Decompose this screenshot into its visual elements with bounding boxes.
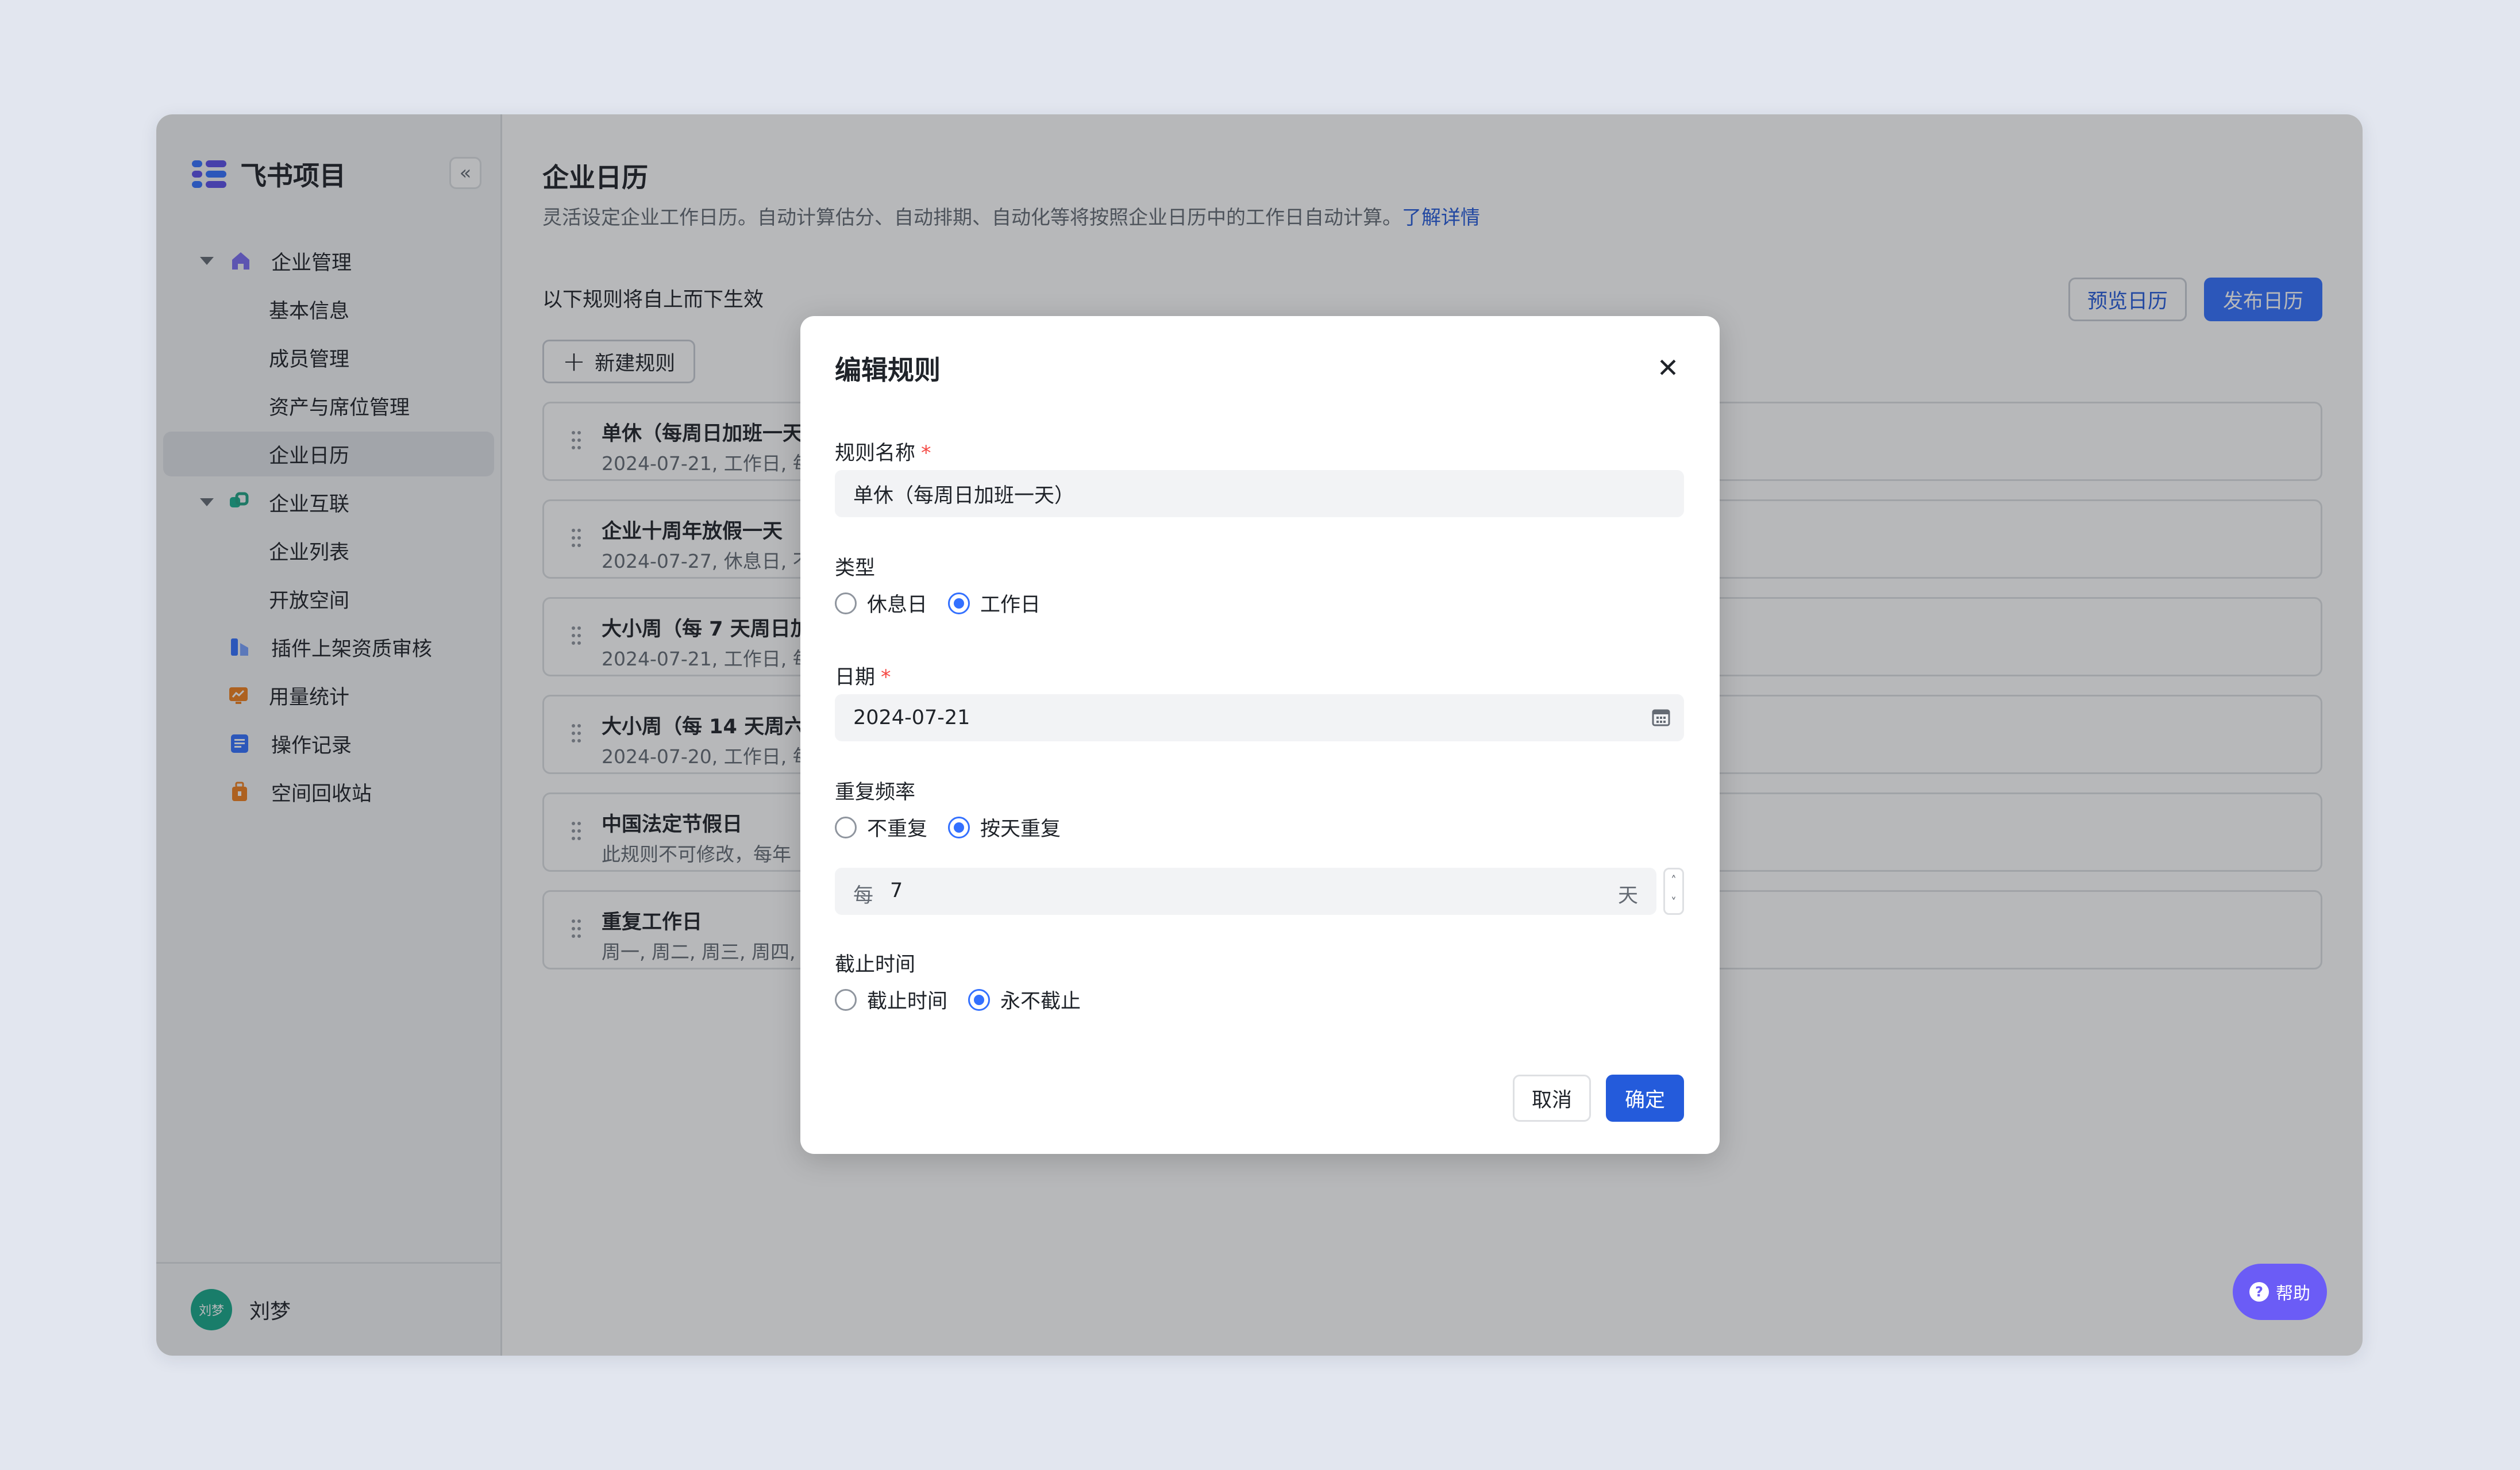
repeat-frequency-label: 重复频率 <box>835 781 916 804</box>
required-mark: * <box>921 442 931 465</box>
radio-never-end[interactable]: 永不截止 <box>968 985 1081 1014</box>
radio-daily-repeat[interactable]: 按天重复 <box>948 813 1061 842</box>
chevron-down-icon[interactable]: ˅ <box>1665 891 1682 913</box>
radio-label: 截止时间 <box>867 990 948 1013</box>
rule-name-label: 规则名称 * <box>835 437 931 466</box>
radio-deadline[interactable]: 截止时间 <box>835 985 947 1014</box>
radio-work-day[interactable]: 工作日 <box>948 588 1041 618</box>
calendar-icon[interactable] <box>1652 708 1670 726</box>
edit-rule-dialog: 编辑规则 ✕ 规则名称 * 单休（每周日加班一天） 类型 休息日 工作日 日期 * … <box>800 316 1720 1154</box>
type-radio-group: 休息日 工作日 <box>835 588 1061 618</box>
question-icon: ? <box>2249 1282 2269 1302</box>
date-value: 2024-07-21 <box>853 706 970 729</box>
radio-circle <box>968 988 991 1011</box>
dialog-title: 编辑规则 <box>835 355 941 386</box>
repeat-radio-group: 不重复 按天重复 <box>835 813 1081 842</box>
radio-rest-day[interactable]: 休息日 <box>835 588 927 618</box>
close-icon[interactable]: ✕ <box>1651 351 1685 385</box>
chevron-up-icon[interactable]: ˄ <box>1665 869 1682 891</box>
radio-label: 工作日 <box>980 594 1041 617</box>
type-label: 类型 <box>835 557 876 580</box>
radio-circle <box>835 816 857 838</box>
cancel-button[interactable]: 取消 <box>1513 1075 1591 1122</box>
radio-circle <box>948 592 970 614</box>
required-mark: * <box>881 666 891 689</box>
interval-unit: 天 <box>1617 884 1638 907</box>
date-label: 日期 * <box>835 661 891 690</box>
radio-no-repeat[interactable]: 不重复 <box>835 813 927 842</box>
repeat-interval-input[interactable]: 每 7 天 <box>835 868 1656 915</box>
radio-label: 按天重复 <box>980 818 1061 841</box>
rule-name-input[interactable]: 单休（每周日加班一天） <box>835 470 1684 517</box>
help-button[interactable]: ? 帮助 <box>2233 1264 2327 1320</box>
interval-prefix: 每 <box>853 884 874 907</box>
deadline-radio-group: 截止时间 永不截止 <box>835 985 1101 1014</box>
deadline-label: 截止时间 <box>835 953 916 976</box>
interval-value: 7 <box>890 879 903 902</box>
date-picker-input[interactable]: 2024-07-21 <box>835 694 1684 741</box>
radio-label: 永不截止 <box>1000 990 1081 1013</box>
radio-label: 休息日 <box>867 594 928 617</box>
date-label-text: 日期 <box>835 666 876 689</box>
radio-circle <box>835 988 857 1011</box>
rule-name-label-text: 规则名称 <box>835 442 916 465</box>
confirm-button[interactable]: 确定 <box>1606 1075 1684 1122</box>
help-label: 帮助 <box>2276 1284 2310 1304</box>
interval-stepper: ˄ ˅ <box>1663 868 1684 915</box>
radio-circle <box>835 592 857 614</box>
radio-circle <box>948 816 970 838</box>
radio-label: 不重复 <box>867 818 928 841</box>
